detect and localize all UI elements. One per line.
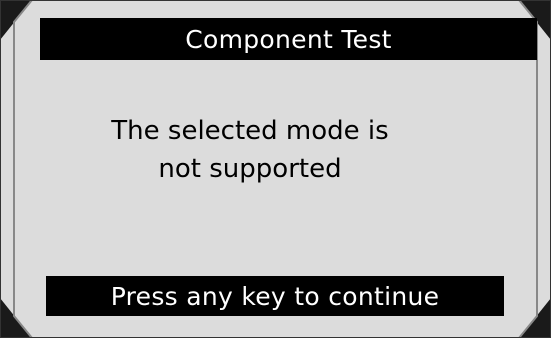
continue-prompt[interactable]: Press any key to continue <box>46 276 504 316</box>
status-message-line-2: not supported <box>158 154 342 184</box>
device-screen: Component Test The selected mode is not … <box>0 0 551 338</box>
status-message-line-1: The selected mode is <box>111 116 389 146</box>
status-message: The selected mode is not supported <box>60 112 440 188</box>
page-title: Component Test <box>40 18 537 60</box>
